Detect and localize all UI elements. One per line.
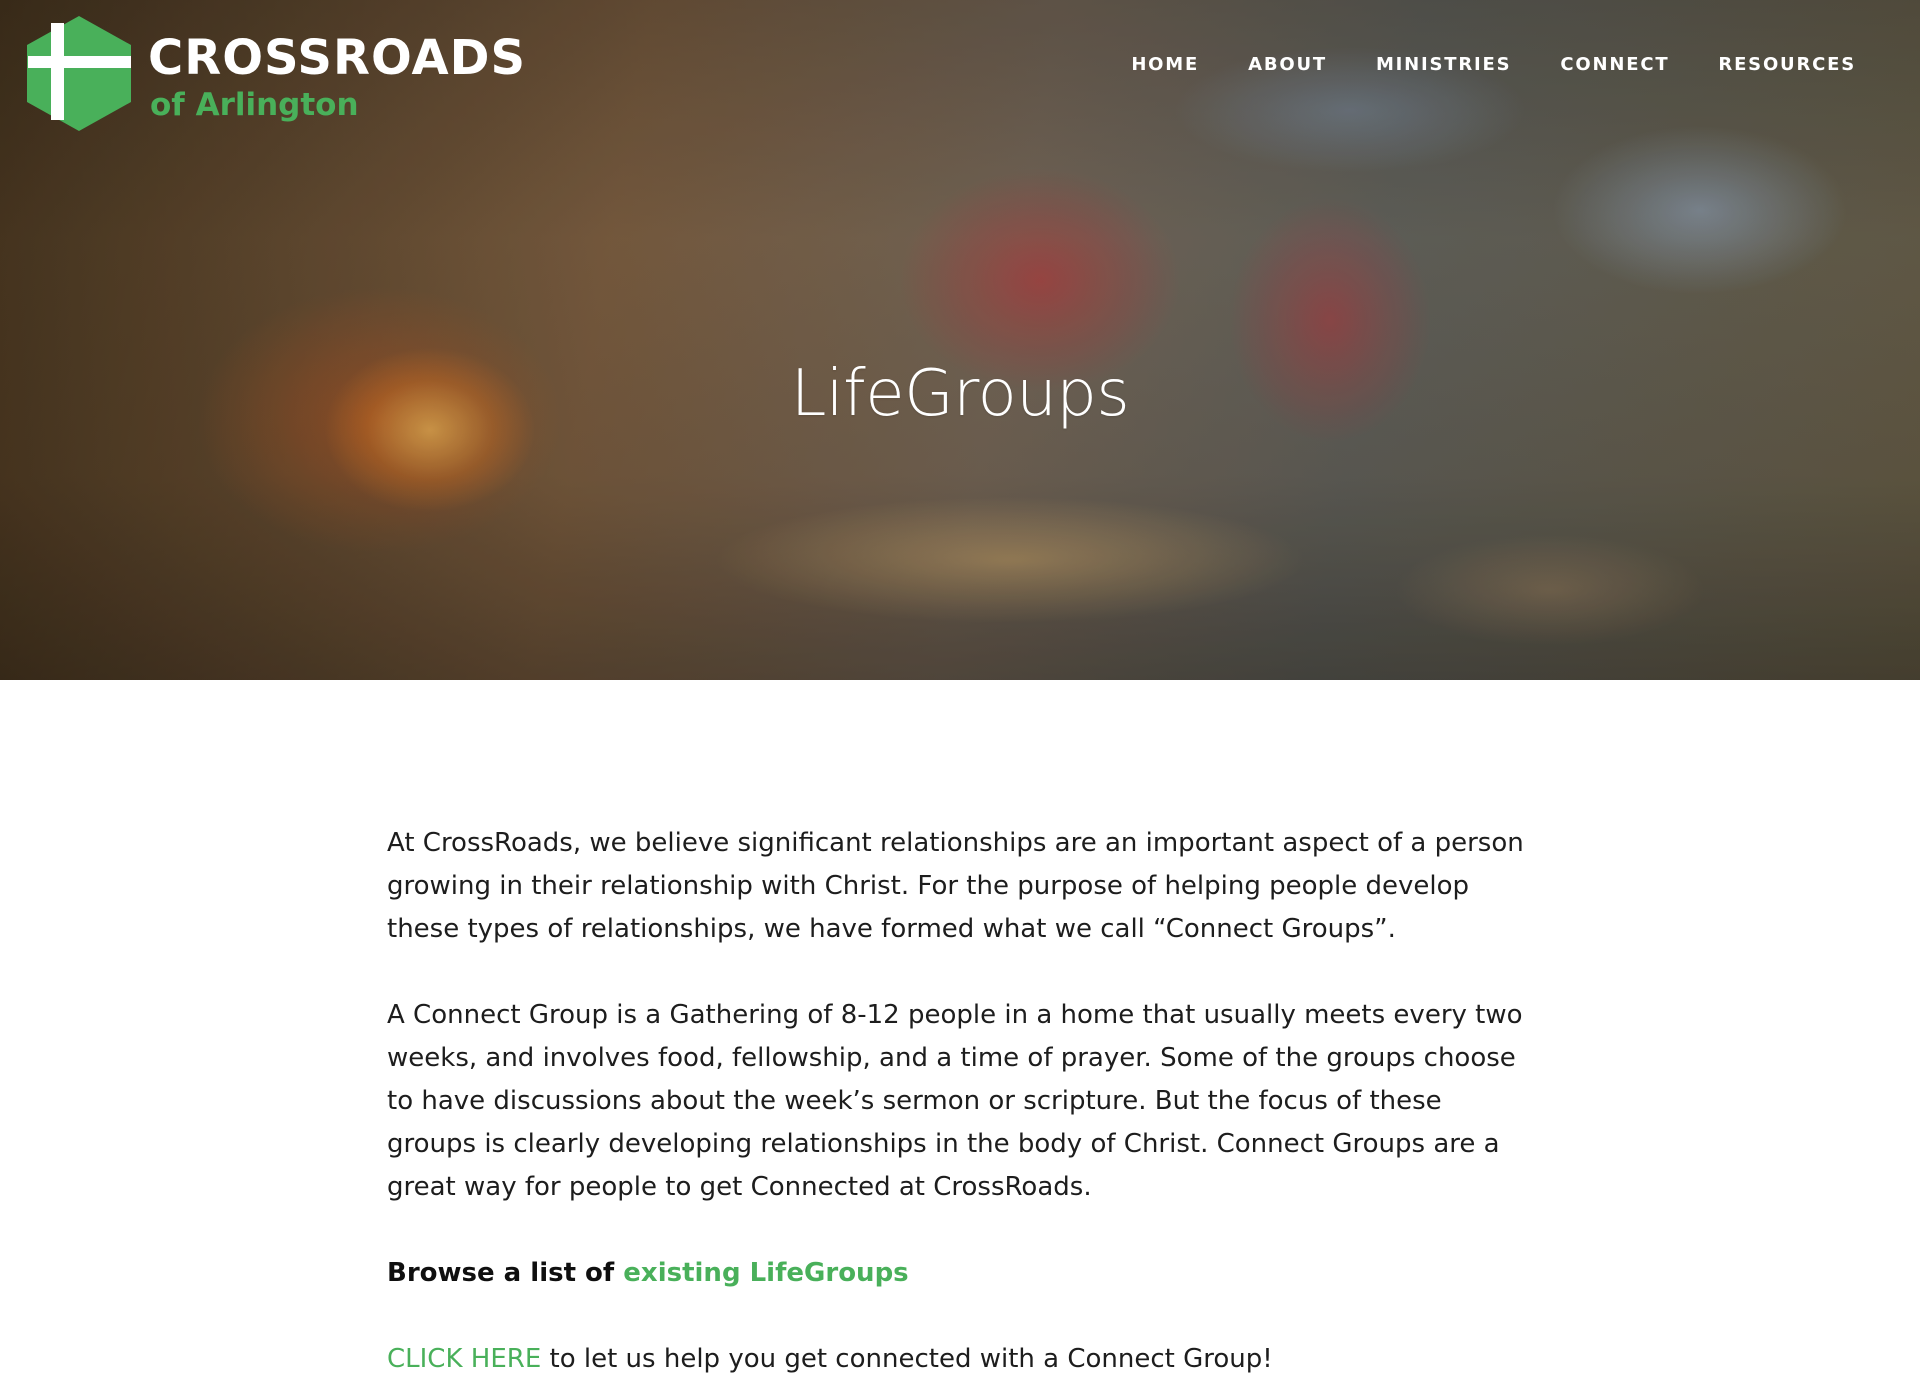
hero-banner: CROSSROADS of Arlington HOME ABOUT MINIS… [0, 0, 1920, 680]
brand-subtitle: of Arlington [150, 87, 359, 123]
browse-groups-line: Browse a list of existing LifeGroups [387, 1252, 1532, 1295]
page-content: At CrossRoads, we believe significant re… [387, 822, 1532, 1381]
nav-ministries[interactable]: MINISTRIES [1376, 56, 1511, 74]
main-navigation: HOME ABOUT MINISTRIES CONNECT RESOURCES [1131, 56, 1856, 74]
page-title: LifeGroups [790, 356, 1130, 431]
nav-connect[interactable]: CONNECT [1560, 56, 1669, 74]
click-here-suffix: to let us help you get connected with a … [541, 1344, 1273, 1374]
connect-group-description: A Connect Group is a Gathering of 8-12 p… [387, 1000, 1523, 1202]
cross-hexagon-icon [27, 16, 131, 131]
brand-title: CROSSROADS [148, 30, 527, 86]
nav-resources[interactable]: RESOURCES [1718, 56, 1856, 74]
site-logo[interactable]: CROSSROADS of Arlington [20, 14, 525, 134]
browse-prefix: Browse a list of [387, 1258, 624, 1288]
intro-paragraph: At CrossRoads, we believe significant re… [387, 828, 1524, 944]
nav-about[interactable]: ABOUT [1248, 56, 1327, 74]
click-here-line: CLICK HERE to let us help you get connec… [387, 1338, 1532, 1381]
nav-home[interactable]: HOME [1131, 56, 1199, 74]
click-here-link[interactable]: CLICK HERE [387, 1344, 541, 1374]
existing-lifegroups-link[interactable]: existing LifeGroups [623, 1258, 908, 1288]
